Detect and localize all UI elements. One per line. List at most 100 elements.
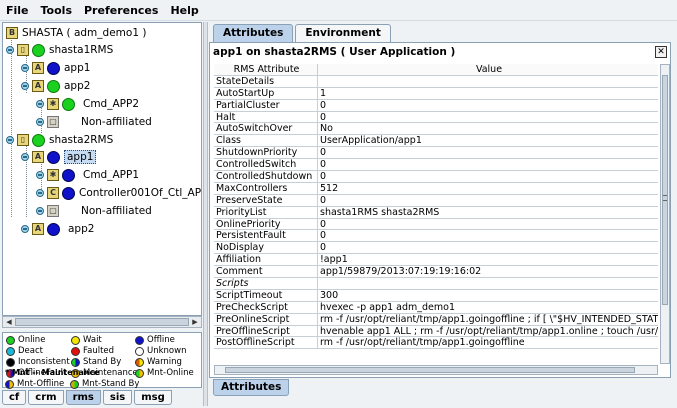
expand-handle-icon[interactable] (21, 225, 29, 233)
table-row[interactable]: PersistentFault 0 (214, 230, 658, 243)
attribute-name: Scripts (214, 278, 318, 289)
tree-horizontal-scrollbar[interactable]: ◀ ▶ (2, 316, 202, 328)
tree-node-cmd-app2[interactable]: ✱ Cmd_APP2 (36, 96, 139, 112)
attribute-value: 0 (320, 230, 327, 242)
table-row[interactable]: ScriptTimeout 300 (214, 289, 658, 302)
scroll-left-icon[interactable]: ◀ (4, 318, 14, 326)
close-icon[interactable]: ✕ (655, 46, 667, 58)
attribute-value: 300 (320, 289, 339, 301)
cluster-icon: B (6, 27, 18, 39)
menu-preferences[interactable]: Preferences (78, 4, 164, 17)
tab-attributes[interactable]: Attributes (213, 24, 294, 42)
attribute-value: app1/59879/2013:07:19:19:16:02 (320, 266, 482, 278)
expand-handle-icon[interactable] (36, 171, 44, 179)
tab-sis[interactable]: sis (102, 390, 133, 405)
table-row[interactable]: AutoSwitchOver No (214, 123, 658, 136)
legend-label: Online (18, 335, 46, 345)
table-row[interactable]: ControlledShutdown 0 (214, 171, 658, 183)
attribute-name: PreCheckScript (214, 301, 318, 313)
tree-label: app2 (68, 223, 95, 235)
legend-item: Inconsistent (6, 357, 70, 367)
table-row[interactable]: Halt 0 (214, 111, 658, 124)
tab-attributes-bottom[interactable]: Attributes (213, 379, 290, 396)
attribute-value: 512 (320, 182, 339, 194)
table-row[interactable]: MaxControllers 512 (214, 182, 658, 195)
table-row[interactable]: StateDetails (214, 75, 658, 88)
expand-handle-icon[interactable] (36, 118, 44, 126)
menu-tools[interactable]: Tools (35, 4, 78, 17)
expand-handle-icon[interactable] (36, 100, 44, 108)
table-horizontal-scrollbar[interactable] (214, 365, 658, 375)
tab-rms[interactable]: rms (65, 390, 101, 405)
table-vertical-scrollbar[interactable] (660, 64, 670, 364)
table-row[interactable]: PartialCluster 0 (214, 99, 658, 112)
tree-node-non-affiliated[interactable]: ▢ Non-affiliated (36, 114, 152, 130)
tree-node-app2[interactable]: A app2 (21, 221, 94, 237)
table-row[interactable]: OnlinePriority 0 (214, 218, 658, 231)
app-icon: A (32, 151, 44, 163)
attribute-name: Class (214, 135, 318, 147)
cluster-tree[interactable]: B SHASTA ( adm_demo1 ) ▯ shasta1RMS A ap… (2, 22, 202, 316)
scroll-thumb[interactable] (15, 318, 189, 326)
split-pane-divider[interactable] (203, 22, 208, 406)
menu-help[interactable]: Help (164, 4, 204, 17)
tree-label: app1 (64, 150, 97, 164)
panel-title-text: app1 on shasta2RMS ( User Application ) (213, 46, 456, 58)
table-row[interactable]: AutoStartUp 1 (214, 87, 658, 100)
expand-handle-icon[interactable] (36, 207, 44, 215)
tree-node-non-affiliated[interactable]: ▢ Non-affiliated (36, 203, 152, 219)
table-row[interactable]: Comment app1/59879/2013:07:19:19:16:02 (214, 266, 658, 279)
tree-node-shasta2rms[interactable]: ▯ shasta2RMS (6, 132, 113, 148)
tab-cf[interactable]: cf (2, 390, 27, 405)
table-row[interactable]: PreOnlineScript rm -f /usr/opt/reliant/tm… (214, 313, 658, 326)
status-faulted-icon (71, 346, 80, 356)
menu-file[interactable]: File (0, 4, 35, 17)
status-offline-icon (135, 335, 144, 345)
legend-item: Offline (135, 335, 175, 345)
collapse-handle-icon[interactable] (6, 136, 14, 144)
scroll-thumb[interactable] (225, 367, 635, 373)
attribute-value: 0 (320, 147, 327, 159)
tree-node-app2[interactable]: A app2 (21, 78, 90, 94)
tab-msg[interactable]: msg (134, 390, 172, 405)
tree-node-cmd-app1[interactable]: ✱ Cmd_APP1 (36, 167, 139, 183)
scroll-thumb[interactable] (662, 75, 668, 305)
table-row[interactable]: Class UserApplication/app1 (214, 135, 658, 148)
status-online-icon (32, 43, 45, 57)
table-row[interactable]: PreCheckScript hvexec -p app1 adm_demo1 (214, 301, 658, 314)
scroll-right-icon[interactable]: ▶ (190, 318, 200, 326)
tree-node-app1-selected[interactable]: A app1 (21, 149, 97, 165)
collapse-handle-icon[interactable] (6, 46, 14, 54)
table-row[interactable]: PreOfflineScript hvenable app1 ALL ; rm -… (214, 325, 658, 338)
table-row[interactable]: ShutdownPriority 0 (214, 147, 658, 160)
table-row[interactable]: PriorityList shasta1RMS shasta2RMS (214, 206, 658, 219)
column-header-value[interactable]: Value (318, 64, 658, 75)
tree-node-controller[interactable]: C Controller001Of_Ctl_APP (36, 185, 201, 201)
status-offline-icon (47, 150, 60, 164)
legend-label: Offline (147, 335, 175, 345)
expand-handle-icon[interactable] (36, 189, 44, 197)
status-offline-icon (62, 186, 75, 200)
table-row[interactable]: Affiliation !app1 (214, 254, 658, 267)
table-row[interactable]: ControlledSwitch 0 (214, 159, 658, 172)
table-row[interactable]: PostOfflineScript rm -f /usr/opt/reliant/… (214, 337, 658, 350)
collapse-handle-icon[interactable] (21, 153, 29, 161)
status-offline-icon (47, 61, 60, 75)
app-icon: A (32, 223, 44, 235)
tree-node-shasta1rms[interactable]: ▯ shasta1RMS (6, 42, 113, 58)
tree-label: SHASTA ( adm_demo1 ) (22, 27, 147, 39)
expand-handle-icon[interactable] (21, 64, 29, 72)
table-row[interactable]: Scripts (214, 278, 658, 290)
column-header-attribute[interactable]: RMS Attribute (214, 64, 318, 75)
table-row[interactable]: NoDisplay 0 (214, 242, 658, 255)
tree-connector (11, 37, 12, 217)
collapse-handle-icon[interactable] (21, 82, 29, 90)
status-unknown-icon (135, 346, 144, 356)
tab-crm[interactable]: crm (28, 390, 64, 405)
table-row[interactable]: PreserveState 0 (214, 194, 658, 207)
tree-node-app1[interactable]: A app1 (21, 60, 90, 76)
tab-environment[interactable]: Environment (295, 24, 391, 42)
tree-root[interactable]: B SHASTA ( adm_demo1 ) (6, 25, 146, 41)
attribute-value: 0 (320, 242, 327, 254)
attribute-name: PreOfflineScript (214, 325, 318, 337)
